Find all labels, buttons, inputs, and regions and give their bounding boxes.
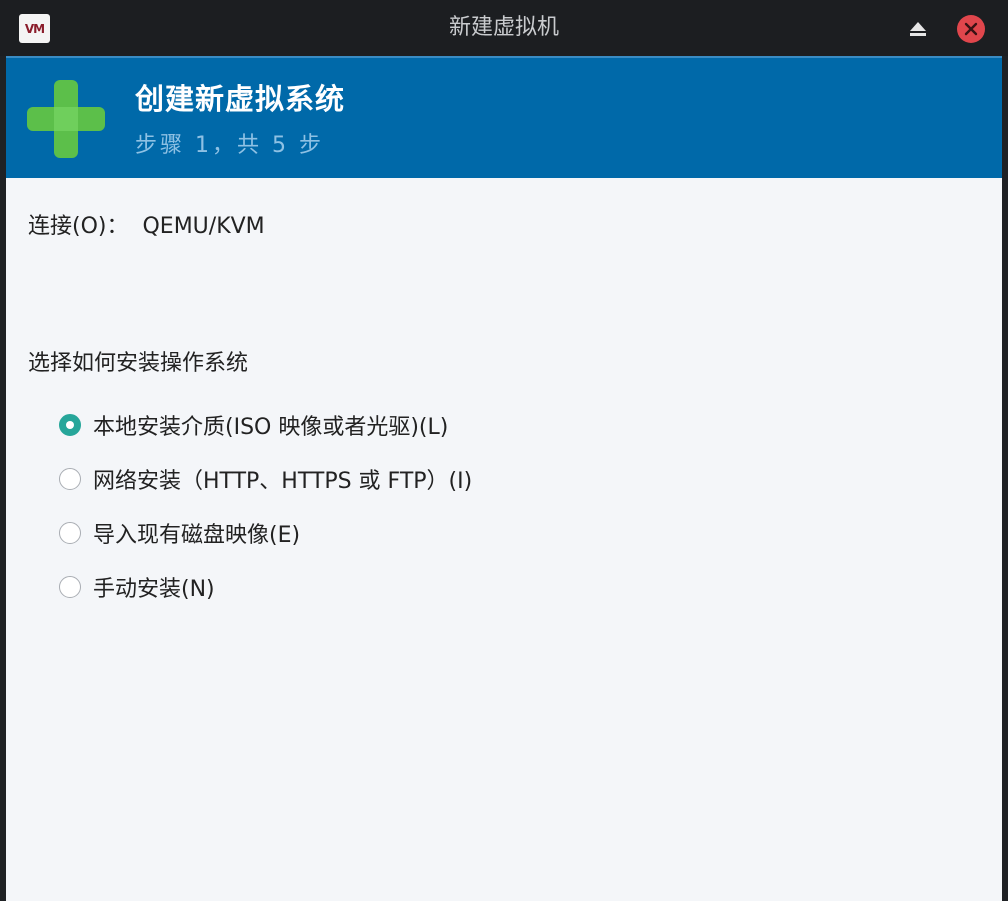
option-network-install[interactable]: 网络安装（HTTP、HTTPS 或 FTP）(I) [59,452,472,506]
close-button[interactable] [957,15,985,43]
connection-label: 连接(O)： [28,214,129,239]
close-icon [964,22,978,36]
window-title: 新建虚拟机 [448,15,559,40]
eject-icon [910,22,926,36]
banner-title: 创建新虚拟系统 [135,82,346,116]
option-import-disk[interactable]: 导入现有磁盘映像(E) [59,506,472,560]
header-banner: 创建新虚拟系统 步骤 1，共 5 步 [6,56,1002,178]
option-label: 导入现有磁盘映像(E) [93,523,301,548]
radio-manual-install[interactable] [59,576,81,598]
radio-local-media[interactable] [59,414,81,436]
option-label: 手动安装(N) [93,577,215,602]
eject-button[interactable] [903,15,933,43]
install-method-title: 选择如何安装操作系统 [28,351,249,376]
radio-network-install[interactable] [59,468,81,490]
option-local-media[interactable]: 本地安装介质(ISO 映像或者光驱)(L) [59,398,472,452]
install-options: 本地安装介质(ISO 映像或者光驱)(L) 网络安装（HTTP、HTTPS 或 … [59,398,472,614]
option-manual-install[interactable]: 手动安装(N) [59,560,472,614]
dialog-content: 创建新虚拟系统 步骤 1，共 5 步 连接(O)： QEMU/KVM 选择如何安装… [6,56,1002,901]
option-label: 网络安装（HTTP、HTTPS 或 FTP）(I) [93,469,473,494]
option-label: 本地安装介质(ISO 映像或者光驱)(L) [93,415,449,440]
radio-import-disk[interactable] [59,522,81,544]
plus-icon [27,80,105,158]
title-bar[interactable]: VM 新建虚拟机 [0,0,1008,56]
connection-value: QEMU/KVM [142,214,265,239]
step-indicator: 步骤 1，共 5 步 [135,133,324,158]
connection-row: 连接(O)： QEMU/KVM [28,208,265,240]
dialog-window: VM 新建虚拟机 创建新虚拟系统 步骤 1，共 5 步 连接(O)： QEMU/… [0,0,1008,901]
app-icon: VM [19,14,50,43]
